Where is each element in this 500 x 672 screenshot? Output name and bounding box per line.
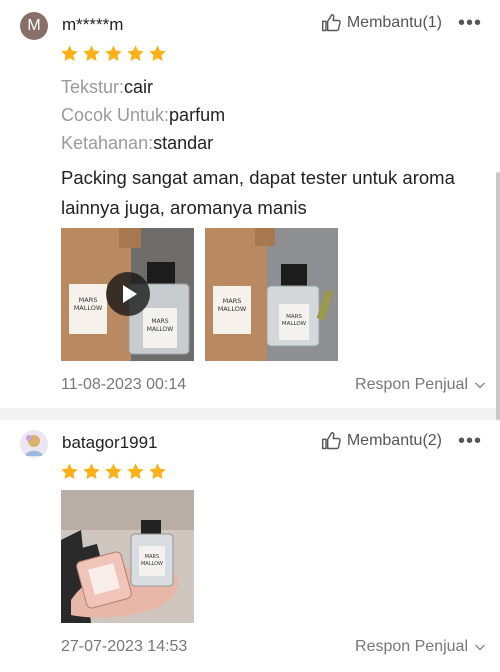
star-rating bbox=[60, 44, 167, 63]
box-label-line2: MALLOW bbox=[74, 304, 103, 312]
bottle-label-line1: MARS bbox=[151, 318, 168, 325]
seller-response-toggle[interactable]: Respon Penjual bbox=[355, 376, 486, 394]
attribute-value: standar bbox=[153, 133, 214, 153]
review-photo[interactable]: MARS MALLOW bbox=[61, 490, 194, 623]
review-date: 27-07-2023 14:53 bbox=[61, 638, 188, 655]
bottle-label-line2: MALLOW bbox=[147, 326, 173, 333]
review-date: 11-08-2023 00:14 bbox=[61, 376, 187, 393]
bottle-label-line2: MALLOW bbox=[141, 561, 163, 567]
star-icon bbox=[127, 463, 144, 480]
chevron-down-icon bbox=[475, 644, 485, 651]
avatar[interactable] bbox=[20, 430, 48, 458]
star-icon bbox=[83, 45, 100, 62]
thumbs-up-icon bbox=[321, 431, 341, 450]
review-separator bbox=[0, 408, 500, 420]
helpful-button[interactable]: Membantu(1) bbox=[321, 13, 442, 33]
star-icon bbox=[105, 45, 122, 62]
box-label-line1: MARS bbox=[223, 297, 242, 305]
helpful-button[interactable]: Membantu(2) bbox=[321, 431, 442, 451]
star-icon bbox=[127, 45, 144, 62]
more-dots-icon[interactable]: ••• bbox=[458, 430, 482, 453]
avatar-image bbox=[20, 430, 48, 458]
review-video-thumbnail[interactable]: MARS MALLOW MARS MALLOW bbox=[61, 228, 194, 361]
attribute-suitable-for: Cocok Untuk:parfum bbox=[61, 105, 225, 126]
star-icon bbox=[61, 463, 78, 480]
attribute-longevity: Ketahanan:standar bbox=[61, 133, 213, 154]
more-dots-icon[interactable]: ••• bbox=[458, 12, 482, 35]
bottle-label-line2: MALLOW bbox=[282, 321, 307, 327]
seller-response-label: Respon Penjual bbox=[355, 376, 468, 393]
thumbs-up-icon bbox=[321, 13, 341, 32]
attribute-label: Cocok Untuk: bbox=[61, 105, 170, 125]
helpful-count-label: Membantu(1) bbox=[346, 14, 442, 31]
attribute-label: Ketahanan: bbox=[61, 133, 154, 153]
review-comment: Packing sangat aman, dapat tester untuk … bbox=[61, 167, 455, 218]
review-card: batagor1991 Membantu(2) ••• MARS MALLOW bbox=[0, 420, 500, 672]
reviewer-username: m*****m bbox=[62, 15, 124, 34]
perfume-photo: MARS MALLOW MARS MALLOW bbox=[205, 228, 338, 361]
star-icon bbox=[149, 45, 166, 62]
attribute-label: Tekstur: bbox=[61, 77, 125, 97]
star-icon bbox=[61, 45, 78, 62]
scrollbar[interactable] bbox=[496, 172, 500, 420]
attribute-texture: Tekstur:cair bbox=[61, 77, 153, 98]
star-icon bbox=[83, 463, 100, 480]
chevron-down-icon bbox=[475, 382, 485, 389]
bottle-label-line1: MARS bbox=[286, 314, 302, 320]
play-icon[interactable] bbox=[106, 272, 150, 316]
star-icon bbox=[105, 463, 122, 480]
attribute-value: parfum bbox=[169, 105, 226, 125]
perfume-photo: MARS MALLOW bbox=[61, 490, 194, 623]
seller-response-label: Respon Penjual bbox=[355, 638, 468, 655]
review-photo[interactable]: MARS MALLOW MARS MALLOW bbox=[205, 228, 338, 361]
star-rating bbox=[60, 462, 167, 481]
star-icon bbox=[149, 463, 166, 480]
helpful-count-label: Membantu(2) bbox=[346, 432, 442, 449]
reviewer-username: batagor1991 bbox=[62, 433, 158, 452]
box-label-line2: MALLOW bbox=[218, 305, 247, 313]
seller-response-toggle[interactable]: Respon Penjual bbox=[355, 638, 486, 656]
review-card: M m*****m Membantu(1) ••• Tekstur:cair C… bbox=[0, 0, 500, 408]
bottle-label-line1: MARS bbox=[145, 554, 159, 560]
avatar[interactable]: M bbox=[20, 12, 48, 40]
attribute-value: cair bbox=[124, 77, 154, 97]
box-label-line1: MARS bbox=[79, 296, 98, 304]
